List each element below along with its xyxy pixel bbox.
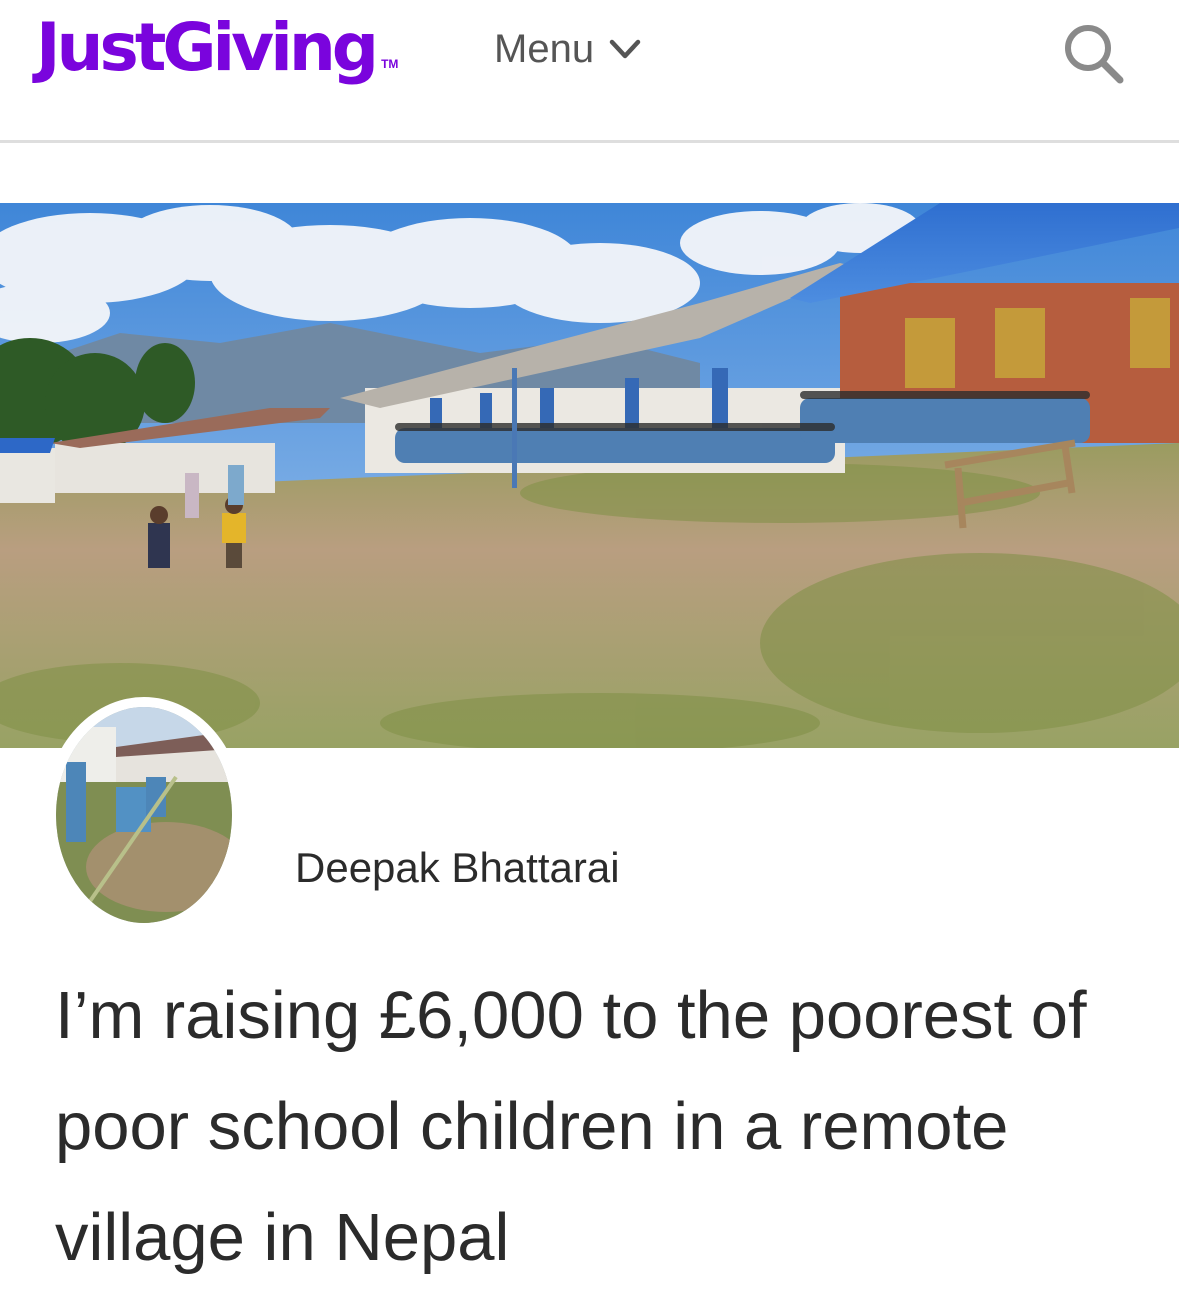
cover-photo bbox=[0, 203, 1179, 748]
logo-text: JustGiving bbox=[36, 9, 379, 86]
fundraiser-name[interactable]: Deepak Bhattarai bbox=[295, 842, 620, 894]
fundraiser-avatar[interactable] bbox=[44, 697, 244, 933]
avatar-photo bbox=[56, 707, 232, 923]
page-headline: I’m raising £6,000 to the poorest of poo… bbox=[55, 978, 1087, 1275]
logo-trademark: TM bbox=[381, 57, 399, 71]
menu-label: Menu bbox=[494, 26, 595, 71]
school-yard-photo bbox=[0, 203, 1179, 748]
chevron-down-icon bbox=[609, 39, 641, 59]
search-icon[interactable] bbox=[1058, 18, 1128, 88]
justgiving-logo[interactable]: JustGiving TM bbox=[36, 8, 398, 88]
top-nav-bar: JustGiving TM Menu bbox=[0, 0, 1179, 143]
menu-button[interactable]: Menu bbox=[494, 24, 642, 74]
